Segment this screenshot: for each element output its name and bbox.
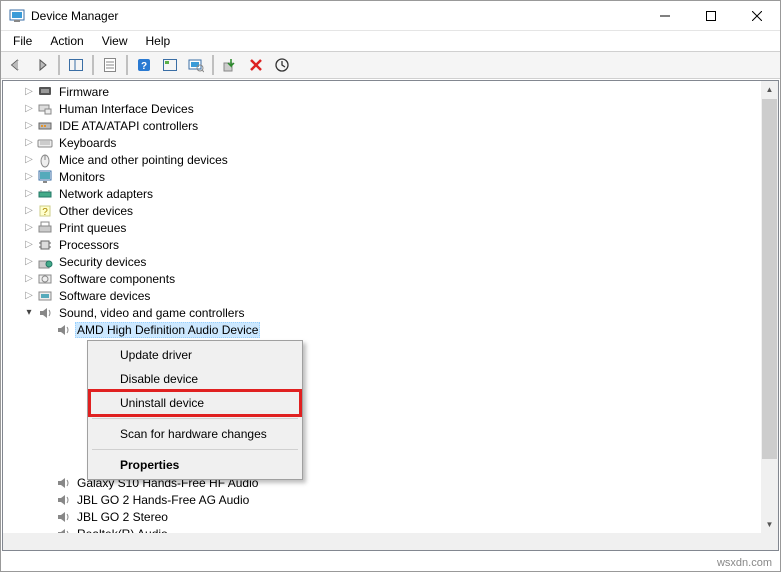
menu-file[interactable]: File — [5, 32, 40, 50]
ctx-uninstall-device[interactable]: Uninstall device — [90, 391, 300, 415]
show-hide-console-button[interactable] — [64, 53, 88, 77]
window-title: Device Manager — [31, 9, 118, 23]
hid-icon — [37, 101, 53, 117]
tree-item-other[interactable]: ▷?Other devices — [3, 202, 761, 219]
speaker-icon — [55, 475, 71, 491]
tree-item-mice[interactable]: ▷Mice and other pointing devices — [3, 151, 761, 168]
speaker-icon — [55, 526, 71, 534]
tree-item-keyboards[interactable]: ▷Keyboards — [3, 134, 761, 151]
tree-item-hid[interactable]: ▷Human Interface Devices — [3, 100, 761, 117]
other-icon: ? — [37, 203, 53, 219]
tree-item-jbl-ag[interactable]: JBL GO 2 Hands-Free AG Audio — [3, 491, 761, 508]
tree-item-realtek[interactable]: Realtek(R) Audio — [3, 525, 761, 533]
scroll-thumb[interactable] — [762, 99, 777, 459]
keyboard-icon — [37, 135, 53, 151]
close-button[interactable] — [734, 1, 780, 31]
menubar: File Action View Help — [1, 31, 780, 51]
tree-panel: ▷Firmware ▷Human Interface Devices ▷IDE … — [2, 80, 779, 551]
vertical-scrollbar[interactable]: ▲ ▼ — [761, 81, 778, 533]
tree-item-amd-audio[interactable]: AMD High Definition Audio Device — [3, 321, 761, 338]
properties-button[interactable] — [98, 53, 122, 77]
ctx-separator — [92, 449, 298, 450]
context-menu: Update driver Disable device Uninstall d… — [87, 340, 303, 480]
enable-button[interactable] — [218, 53, 242, 77]
software-dev-icon — [37, 288, 53, 304]
software-comp-icon — [37, 271, 53, 287]
cpu-icon — [37, 237, 53, 253]
svg-text:?: ? — [42, 207, 48, 218]
ctx-properties[interactable]: Properties — [90, 453, 300, 477]
app-icon — [9, 8, 25, 24]
help-button[interactable]: ? — [132, 53, 156, 77]
svg-text:?: ? — [141, 61, 147, 72]
back-button[interactable] — [4, 53, 28, 77]
separator — [212, 55, 214, 75]
speaker-icon — [55, 509, 71, 525]
ctx-disable-device[interactable]: Disable device — [90, 367, 300, 391]
maximize-button[interactable] — [688, 1, 734, 31]
scan-hardware-button[interactable] — [184, 53, 208, 77]
tree-item-processors[interactable]: ▷Processors — [3, 236, 761, 253]
tree-item-software-devices[interactable]: ▷Software devices — [3, 287, 761, 304]
printer-icon — [37, 220, 53, 236]
speaker-icon — [55, 492, 71, 508]
menu-help[interactable]: Help — [138, 32, 179, 50]
tree-item-firmware[interactable]: ▷Firmware — [3, 83, 761, 100]
ide-icon — [37, 118, 53, 134]
minimize-button[interactable] — [642, 1, 688, 31]
scroll-down-icon[interactable]: ▼ — [761, 516, 778, 533]
separator — [58, 55, 60, 75]
menu-view[interactable]: View — [94, 32, 136, 50]
forward-button[interactable] — [30, 53, 54, 77]
scroll-up-icon[interactable]: ▲ — [761, 81, 778, 98]
ctx-update-driver[interactable]: Update driver — [90, 343, 300, 367]
toolbar: ? — [1, 51, 780, 79]
tree-item-print[interactable]: ▷Print queues — [3, 219, 761, 236]
mouse-icon — [37, 152, 53, 168]
tree-item-software-components[interactable]: ▷Software components — [3, 270, 761, 287]
uninstall-button[interactable] — [244, 53, 268, 77]
speaker-icon — [37, 305, 53, 321]
separator — [126, 55, 128, 75]
separator — [92, 55, 94, 75]
watermark: wsxdn.com — [717, 557, 772, 569]
update-driver-button[interactable] — [158, 53, 182, 77]
tree-item-sound[interactable]: ▾Sound, video and game controllers — [3, 304, 761, 321]
menu-action[interactable]: Action — [42, 32, 91, 50]
tree-item-monitors[interactable]: ▷Monitors — [3, 168, 761, 185]
security-icon — [37, 254, 53, 270]
scroll-corner — [761, 533, 778, 550]
ctx-scan-hardware[interactable]: Scan for hardware changes — [90, 422, 300, 446]
monitor-icon — [37, 169, 53, 185]
disable-button[interactable] — [270, 53, 294, 77]
tree-item-network[interactable]: ▷Network adapters — [3, 185, 761, 202]
tree-item-ide[interactable]: ▷IDE ATA/ATAPI controllers — [3, 117, 761, 134]
horizontal-scrollbar[interactable] — [3, 533, 761, 550]
selected-device-label: AMD High Definition Audio Device — [75, 322, 260, 338]
firmware-icon — [37, 84, 53, 100]
tree-item-jbl-stereo[interactable]: JBL GO 2 Stereo — [3, 508, 761, 525]
network-icon — [37, 186, 53, 202]
speaker-icon — [55, 322, 71, 338]
tree-item-security[interactable]: ▷Security devices — [3, 253, 761, 270]
ctx-separator — [92, 418, 298, 419]
titlebar: Device Manager — [1, 1, 780, 31]
